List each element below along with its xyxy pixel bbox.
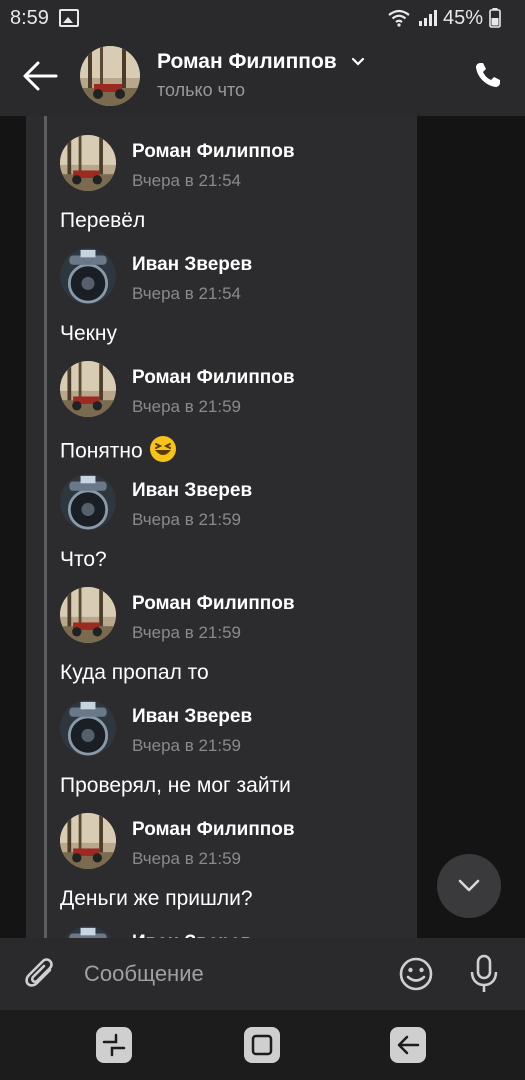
message-author[interactable]: Роман Филиппов (132, 819, 295, 841)
author-avatar[interactable] (60, 248, 116, 304)
message-list[interactable]: Роман Филиппов Вчера в 21:54 Перевёл Иван З… (26, 116, 417, 938)
message-text: Чекну (60, 322, 117, 346)
author-avatar[interactable] (60, 474, 116, 530)
phone-icon[interactable] (473, 60, 503, 90)
avatar-image (80, 46, 140, 106)
microphone-icon[interactable] (468, 954, 500, 994)
gallery-notification-icon (58, 9, 79, 27)
recent-apps-icon (102, 1033, 126, 1057)
author-avatar[interactable] (60, 813, 116, 869)
message-author[interactable]: Роман Филиппов (132, 141, 295, 163)
author-avatar[interactable] (60, 587, 116, 643)
message-author[interactable]: Иван Зверев (132, 706, 252, 728)
message-text-content: Понятно (60, 439, 143, 463)
message-author[interactable]: Роман Филиппов (132, 593, 295, 615)
author-avatar[interactable] (60, 926, 116, 938)
message-author[interactable]: Иван Зверев (132, 480, 252, 502)
message-input[interactable] (84, 958, 374, 990)
signal-icon (418, 10, 437, 26)
message-timestamp: Вчера в 21:59 (132, 510, 242, 529)
back-button[interactable] (390, 1027, 426, 1063)
contact-status: только что (157, 80, 246, 100)
message-text-content: Деньги же пришли? (60, 887, 253, 910)
message-timestamp: Вчера в 21:59 (132, 849, 242, 868)
message-timestamp: Вчера в 21:54 (132, 171, 242, 190)
status-right-group: 45% (387, 7, 501, 30)
battery-icon (489, 8, 501, 28)
message-text-content: Перевёл (60, 209, 146, 232)
contact-name[interactable]: Роман Филиппов (157, 50, 365, 74)
message-composer (0, 938, 525, 1010)
message-text: Понятно (60, 435, 177, 469)
chevron-down-icon[interactable] (351, 57, 365, 67)
paperclip-icon[interactable] (24, 956, 58, 992)
message-text: Деньги же пришли? (60, 887, 253, 911)
message-timestamp: Вчера в 21:59 (132, 736, 242, 755)
message-author[interactable]: Иван Зверев (132, 254, 252, 276)
recent-apps-button[interactable] (96, 1027, 132, 1063)
message-text-content: Проверял, не мог зайти (60, 774, 291, 797)
message-timestamp: Вчера в 21:59 (132, 397, 242, 416)
laughing-face-emoji (149, 436, 176, 462)
message-text: Проверял, не мог зайти (60, 774, 291, 798)
author-avatar[interactable] (60, 135, 116, 191)
message-timestamp: Вчера в 21:54 (132, 284, 242, 303)
emoji-icon (149, 435, 177, 469)
message-text: Куда пропал то (60, 661, 209, 685)
home-icon (251, 1034, 273, 1056)
message-author[interactable]: Роман Филиппов (132, 367, 295, 389)
status-bar: 8:59 45% (0, 0, 525, 36)
contact-avatar[interactable] (80, 46, 140, 106)
status-time: 8:59 (10, 6, 49, 29)
message-text-content: Чекну (60, 322, 117, 345)
message-text: Что? (60, 548, 107, 572)
system-navigation-bar (0, 1010, 525, 1080)
contact-name-text: Роман Филиппов (157, 50, 337, 73)
battery-text: 45% (442, 6, 483, 29)
author-avatar[interactable] (60, 361, 116, 417)
forwarded-messages-bar (44, 116, 47, 938)
back-icon (397, 1035, 420, 1055)
arrow-left-icon[interactable] (22, 60, 58, 92)
wifi-icon (388, 9, 410, 27)
scroll-down-button[interactable] (437, 854, 501, 918)
chat-header: Роман Филиппов только что (0, 36, 525, 116)
message-timestamp: Вчера в 21:59 (132, 623, 242, 642)
message-text: Перевёл (60, 209, 145, 233)
author-avatar[interactable] (60, 700, 116, 756)
message-text-content: Что? (60, 548, 107, 571)
home-button[interactable] (244, 1027, 280, 1063)
smiley-icon[interactable] (398, 956, 434, 992)
chevron-down-icon (458, 879, 480, 892)
message-text-content: Куда пропал то (60, 661, 209, 684)
